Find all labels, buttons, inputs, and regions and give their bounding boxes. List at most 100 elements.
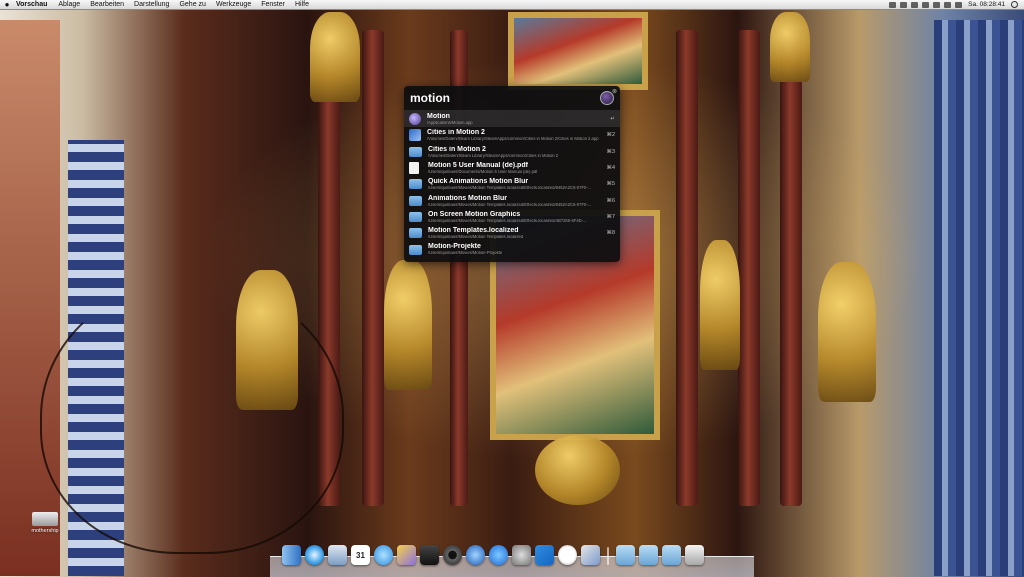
flag-icon[interactable]: [955, 1, 963, 8]
finder-icon[interactable]: [282, 545, 301, 565]
result-path: /Volumes/Daten/Steam Library/SteamApps/c…: [428, 153, 559, 158]
pdf-icon: [409, 162, 419, 175]
wallpaper-statue: [818, 262, 876, 402]
menu-item-darstellung[interactable]: Darstellung: [129, 0, 174, 9]
result-shortcut: ⌘7: [606, 213, 615, 220]
spotlight-result[interactable]: Quick Animations Motion Blur/Users/quima…: [404, 176, 620, 192]
preview-icon[interactable]: [328, 545, 347, 565]
result-name: Motion-Projekte: [428, 243, 481, 251]
result-shortcut: ⌘2: [606, 132, 615, 139]
result-name: Animations Motion Blur: [428, 194, 507, 202]
app-store-icon[interactable]: [489, 545, 508, 565]
result-path: /Volumes/Daten/Steam Library/SteamApps/c…: [427, 137, 599, 142]
wallpaper-medallion: [535, 435, 620, 505]
spotlight-result[interactable]: Motion Templates.localized/Users/quimaie…: [404, 225, 620, 241]
wifi-icon[interactable]: [922, 1, 930, 8]
menu-item-hilfe[interactable]: Hilfe: [290, 0, 314, 9]
camera-icon[interactable]: [443, 545, 462, 565]
spotlight-result[interactable]: Motion 5 User Manual (de).pdf/Users/quim…: [404, 160, 620, 176]
result-name: Motion 5 User Manual (de).pdf: [428, 161, 528, 169]
result-path: /Users/quimaier/Movies/Motion Templates.…: [428, 218, 587, 223]
result-name: Quick Animations Motion Blur: [428, 178, 529, 186]
folder-icon: [409, 211, 422, 222]
menu-item-gehe-zu[interactable]: Gehe zu: [174, 0, 210, 9]
wallpaper-curtain: [934, 20, 1024, 576]
wallpaper-statue: [310, 12, 360, 102]
dropbox-icon[interactable]: [889, 1, 897, 8]
wallpaper-wall: [0, 20, 60, 576]
battery-icon[interactable]: [944, 1, 952, 8]
folder-icon: [409, 146, 422, 157]
clear-search-icon[interactable]: ⊗: [612, 88, 617, 95]
itunes-icon[interactable]: [466, 545, 485, 565]
windows-icon[interactable]: [535, 545, 554, 565]
spotlight-result[interactable]: Cities in Motion 2/Volumes/Daten/Steam L…: [404, 127, 620, 143]
spotlight-result[interactable]: On Screen Motion Graphics/Users/quimaier…: [404, 209, 620, 225]
folder-icon[interactable]: [662, 545, 681, 565]
apple-menu-icon[interactable]: ●: [0, 0, 14, 9]
wallpaper-chandelier: [40, 280, 344, 554]
result-shortcut: ↵: [610, 116, 615, 123]
result-path: /Users/quimaier/Documents/Motion 5 User …: [428, 169, 538, 174]
wallpaper-column: [738, 30, 760, 506]
folder-icon: [409, 179, 422, 190]
drive-label: mothership: [31, 528, 59, 534]
spotlight-search-row: motion: [404, 86, 620, 111]
volume-icon[interactable]: [933, 1, 941, 8]
folder-icon[interactable]: [616, 545, 635, 565]
wallpaper-column: [780, 30, 802, 506]
result-path: /Users/quimaier/Movies/Motion Templates.…: [428, 202, 592, 207]
safari-icon[interactable]: [305, 545, 324, 565]
menu-clock[interactable]: Sa. 08:28:41: [966, 0, 1007, 9]
clock-icon[interactable]: [558, 545, 577, 565]
folder-icon: [409, 244, 422, 255]
spotlight-result[interactable]: Cities in Motion 2/Volumes/Daten/Steam L…: [404, 144, 620, 160]
result-name: Cities in Motion 2: [427, 129, 485, 137]
result-name: Motion Templates.localized: [428, 227, 519, 235]
dock-icons: 31: [282, 545, 704, 565]
calendar-icon[interactable]: 31: [351, 545, 370, 565]
spotlight-menu-icon[interactable]: [1011, 1, 1018, 8]
wallpaper-statue: [700, 240, 740, 370]
motion-app-icon: [409, 113, 421, 126]
system-preferences-icon[interactable]: [512, 545, 531, 565]
wallpaper-painting: [508, 12, 648, 90]
result-path: /Users/quimaier/Movies/Motion-Projekte: [428, 251, 503, 256]
result-name: Cities in Motion 2: [428, 145, 486, 153]
final-cut-icon[interactable]: [420, 545, 439, 565]
messages-icon[interactable]: [374, 545, 393, 565]
spotlight-search-input[interactable]: motion: [410, 91, 600, 105]
result-shortcut: ⌘4: [606, 165, 615, 172]
folder-icon: [409, 228, 422, 239]
folder-icon: [409, 195, 422, 206]
photo-icon[interactable]: [581, 545, 600, 565]
spotlight-result[interactable]: Motion/Applications/Motion.app ↵: [404, 111, 620, 128]
menu-bar: ● Vorschau Ablage Bearbeiten Darstellung…: [0, 0, 1024, 10]
time-machine-icon[interactable]: [911, 1, 919, 8]
menu-item-fenster[interactable]: Fenster: [256, 0, 290, 9]
desktop-drive[interactable]: mothership: [30, 512, 60, 534]
dock-separator: [607, 547, 609, 565]
menu-item-ablage[interactable]: Ablage: [53, 0, 85, 9]
spotlight-result[interactable]: Motion-Projekte/Users/quimaier/Movies/Mo…: [404, 241, 620, 257]
folder-icon[interactable]: [639, 545, 658, 565]
trash-icon[interactable]: [685, 545, 704, 565]
spotlight-results: Motion/Applications/Motion.app ↵ Cities …: [404, 111, 620, 258]
wallpaper-statue: [770, 12, 810, 82]
hard-drive-icon: [32, 512, 58, 526]
bluetooth-icon[interactable]: [900, 1, 908, 8]
menu-item-bearbeiten[interactable]: Bearbeiten: [85, 0, 129, 9]
result-path: /Applications/Motion.app: [427, 121, 473, 126]
app-icon: [409, 129, 421, 142]
menu-item-werkzeuge[interactable]: Werkzeuge: [211, 0, 256, 9]
wallpaper-column: [362, 30, 384, 506]
spotlight-result[interactable]: Animations Motion Blur/Users/quimaier/Mo…: [404, 192, 620, 208]
result-shortcut: ⌘6: [606, 197, 615, 204]
wallpaper-column: [676, 30, 698, 506]
menu-app-name[interactable]: Vorschau: [14, 0, 53, 9]
spotlight-panel: motion ⊗ Motion/Applications/Motion.app …: [404, 86, 620, 262]
result-path: /Users/quimaier/Movies/Motion Templates.…: [428, 235, 524, 240]
result-path: /Users/quimaier/Movies/Motion Templates.…: [428, 186, 592, 191]
motion-icon[interactable]: [397, 545, 416, 565]
result-shortcut: ⌘3: [606, 148, 615, 155]
